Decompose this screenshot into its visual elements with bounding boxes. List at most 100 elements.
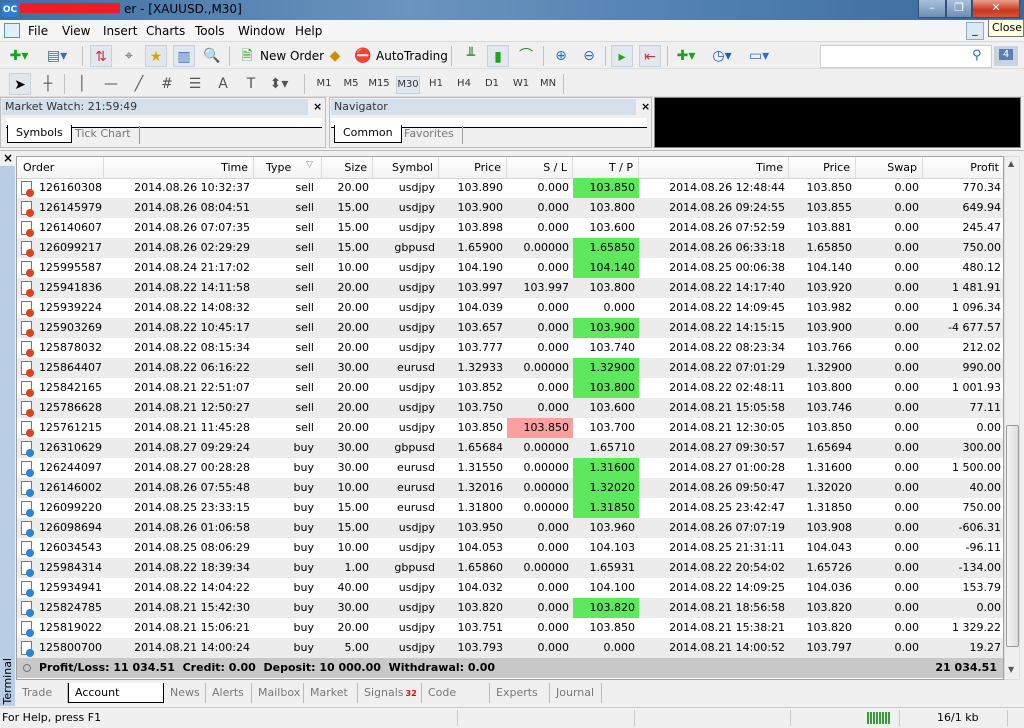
timeframe-m30[interactable]: M30 [396, 76, 420, 94]
timeframe-m15[interactable]: M15 [367, 76, 391, 94]
new-order-icon[interactable]: 🗎 [236, 45, 258, 67]
trendline-icon[interactable]: ╱ [128, 73, 150, 95]
new-order-button[interactable]: New Order [260, 49, 324, 63]
table-row[interactable]: 126160308 2014.08.26 10:32:37 sell 20.00 usd… [17, 178, 1003, 198]
column-header-swap[interactable]: Swap [856, 157, 923, 179]
tab-favorites[interactable]: Favorites [396, 126, 463, 144]
table-row[interactable]: 125842165 2014.08.21 22:51:07 sell 20.00 usd… [17, 378, 1003, 398]
arrows-icon[interactable]: ⬍▾ [268, 73, 290, 95]
table-row[interactable]: 125819022 2014.08.21 15:06:21 buy 20.00 usdj… [17, 618, 1003, 638]
table-row[interactable]: 126140607 2014.08.26 07:07:35 sell 15.00 usd… [17, 218, 1003, 238]
column-header-price[interactable]: Price [789, 157, 856, 179]
menu-file[interactable]: File [28, 24, 48, 38]
terminal-side-tab[interactable]: Terminal [0, 166, 15, 706]
timeframe-m5[interactable]: M5 [339, 76, 363, 94]
timeframe-h1[interactable]: H1 [424, 76, 448, 94]
table-row[interactable]: 125864407 2014.08.22 06:16:22 sell 30.00 eur… [17, 358, 1003, 378]
close-icon[interactable]: × [313, 100, 322, 113]
timeframe-h4[interactable]: H4 [452, 76, 476, 94]
table-row[interactable]: 126099217 2014.08.26 02:29:29 sell 15.00 gbp… [17, 238, 1003, 258]
table-row[interactable]: 125761215 2014.08.21 11:45:28 sell 20.00 usd… [17, 418, 1003, 438]
autotrading-button[interactable]: AutoTrading [376, 49, 448, 63]
line-chart-icon[interactable]: ⌒ [515, 45, 537, 67]
table-row[interactable]: 126145979 2014.08.26 08:04:51 sell 15.00 usd… [17, 198, 1003, 218]
search-icon[interactable]: ⚲ [972, 48, 982, 63]
menu-insert[interactable]: Insert [103, 24, 137, 38]
tab-trade[interactable]: Trade [16, 683, 68, 703]
auto-scroll-icon[interactable]: ▸ [611, 45, 633, 67]
menu-help[interactable]: Help [295, 24, 322, 38]
tab-symbols[interactable]: Symbols [7, 125, 72, 143]
tab-alerts[interactable]: Alerts [206, 683, 252, 703]
table-row[interactable]: 126310629 2014.08.27 09:29:24 buy 30.00 gbpu… [17, 438, 1003, 458]
table-row[interactable]: 125934941 2014.08.22 14:04:22 buy 40.00 usdj… [17, 578, 1003, 598]
bar-chart-icon[interactable]: ╨ [460, 45, 482, 67]
timeframe-w1[interactable]: W1 [509, 76, 533, 94]
tab-common[interactable]: Common [334, 125, 402, 143]
timeframe-mn[interactable]: MN [536, 76, 560, 94]
candlestick-icon[interactable]: ▮ [487, 45, 509, 67]
notifications-button[interactable]: 4 [994, 46, 1018, 66]
scroll-up-icon[interactable]: ▲ [1008, 159, 1014, 168]
vertical-line-icon[interactable]: │ [71, 73, 93, 95]
column-header-time[interactable]: Time [639, 157, 789, 179]
tab-code-base[interactable]: Code Base [422, 683, 490, 719]
timeframe-d1[interactable]: D1 [480, 76, 504, 94]
tab-experts[interactable]: Experts [490, 683, 550, 703]
strategy-tester-icon[interactable]: 🔍 [201, 45, 223, 67]
column-header-tp[interactable]: T / P [573, 157, 639, 179]
zoom-out-icon[interactable]: ⊖ [578, 45, 600, 67]
profiles-icon[interactable]: ▤▾ [46, 45, 68, 67]
chart-window-icon[interactable] [4, 23, 20, 38]
periods-icon[interactable]: ◷▾ [711, 45, 733, 67]
equidistant-channel-icon[interactable]: # [156, 73, 178, 95]
autotrading-icon[interactable]: ⛔ [352, 45, 374, 67]
table-row[interactable]: 125878032 2014.08.22 08:15:34 sell 20.00 usd… [17, 338, 1003, 358]
table-row[interactable]: 125786628 2014.08.21 12:50:27 sell 20.00 usd… [17, 398, 1003, 418]
indicators-icon[interactable]: ✚▾ [675, 45, 697, 67]
timeframe-m1[interactable]: M1 [312, 76, 336, 94]
metaeditor-icon[interactable]: ◆ [324, 45, 346, 67]
text-icon[interactable]: A [212, 73, 234, 95]
tab-journal[interactable]: Journal [550, 683, 602, 703]
close-button[interactable]: ✕ [972, 0, 1020, 18]
chart-area[interactable] [654, 97, 1021, 148]
tab-tick-chart[interactable]: Tick Chart [67, 126, 140, 144]
table-row[interactable]: 125941836 2014.08.22 14:11:58 sell 20.00 usd… [17, 278, 1003, 298]
minimize-button[interactable]: – [918, 0, 946, 18]
close-icon[interactable]: × [641, 100, 650, 113]
restore-button[interactable]: ❐ [946, 0, 972, 18]
terminal-icon[interactable]: ▥ [173, 45, 195, 67]
table-row[interactable]: 126034543 2014.08.25 08:06:29 buy 10.00 usdj… [17, 538, 1003, 558]
column-header-order[interactable]: Order [17, 157, 104, 179]
close-icon[interactable]: × [3, 151, 13, 165]
navigator-icon[interactable]: ★ [145, 45, 167, 67]
table-row[interactable]: 125984314 2014.08.22 18:39:34 buy 1.00 gbpus… [17, 558, 1003, 578]
menu-window[interactable]: Window [238, 24, 285, 38]
templates-icon[interactable]: ▭▾ [748, 45, 770, 67]
column-header-profit[interactable]: Profit [923, 157, 1003, 179]
menu-view[interactable]: View [62, 24, 90, 38]
tab-account-history[interactable]: Account History [68, 683, 164, 719]
table-row[interactable]: 125995587 2014.08.24 21:17:02 sell 10.00 usd… [17, 258, 1003, 278]
table-row[interactable]: 125824785 2014.08.21 15:42:30 buy 30.00 usdj… [17, 598, 1003, 618]
table-row[interactable]: 126146002 2014.08.26 07:55:48 buy 10.00 euru… [17, 478, 1003, 498]
scroll-thumb[interactable] [1006, 425, 1019, 647]
tab-market[interactable]: Market [304, 683, 358, 703]
crosshair-icon[interactable]: ┼ [37, 73, 59, 95]
table-row[interactable]: 126099220 2014.08.25 23:33:15 buy 15.00 euru… [17, 498, 1003, 518]
search-input[interactable] [820, 45, 992, 68]
cursor-icon[interactable]: ➤ [9, 73, 31, 95]
column-header-symbol[interactable]: Symbol [373, 157, 439, 179]
zoom-in-icon[interactable]: ⊕ [550, 45, 572, 67]
column-header-size[interactable]: Size [322, 157, 373, 179]
table-row[interactable]: 125939224 2014.08.22 14:08:32 sell 20.00 usd… [17, 298, 1003, 318]
chart-shift-icon[interactable]: ⇤ [639, 45, 661, 67]
new-chart-icon[interactable]: ✚▾ [8, 45, 30, 67]
data-window-icon[interactable]: ⌖ [118, 45, 140, 67]
table-row[interactable]: 126244097 2014.08.27 00:28:28 buy 30.00 euru… [17, 458, 1003, 478]
child-minimize-button[interactable]: _ [966, 22, 984, 40]
table-row[interactable]: 126098694 2014.08.26 01:06:58 buy 15.00 usdj… [17, 518, 1003, 538]
horizontal-line-icon[interactable]: — [100, 73, 122, 95]
column-header-sl[interactable]: S / L [507, 157, 573, 179]
